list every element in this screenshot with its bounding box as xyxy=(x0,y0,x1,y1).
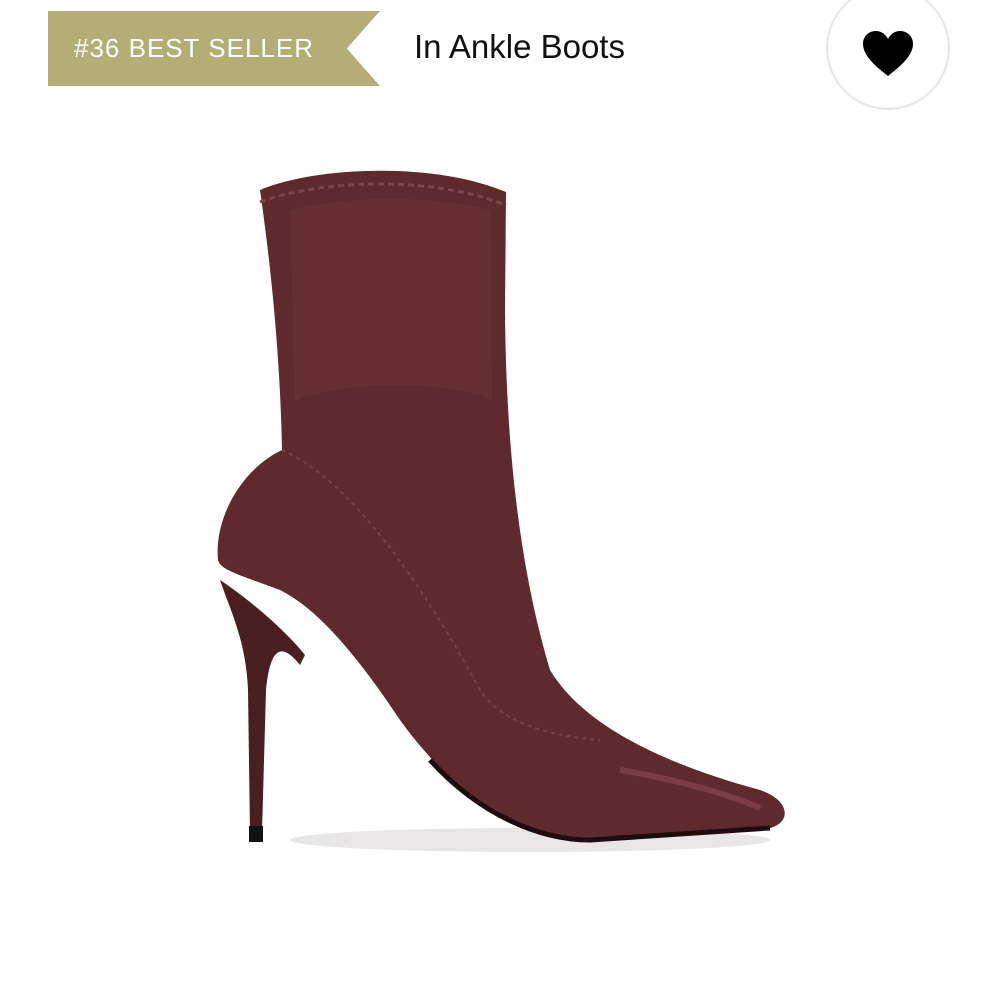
category-label: In Ankle Boots xyxy=(414,28,625,65)
ankle-boot-image[interactable] xyxy=(200,150,800,870)
heart-icon xyxy=(863,31,913,76)
product-card: #36 BEST SELLER In Ankle Boots xyxy=(0,0,1000,1000)
best-seller-badge: #36 BEST SELLER xyxy=(48,11,380,86)
best-seller-badge-text: #36 BEST SELLER xyxy=(74,33,314,63)
favorite-button[interactable] xyxy=(826,0,950,110)
